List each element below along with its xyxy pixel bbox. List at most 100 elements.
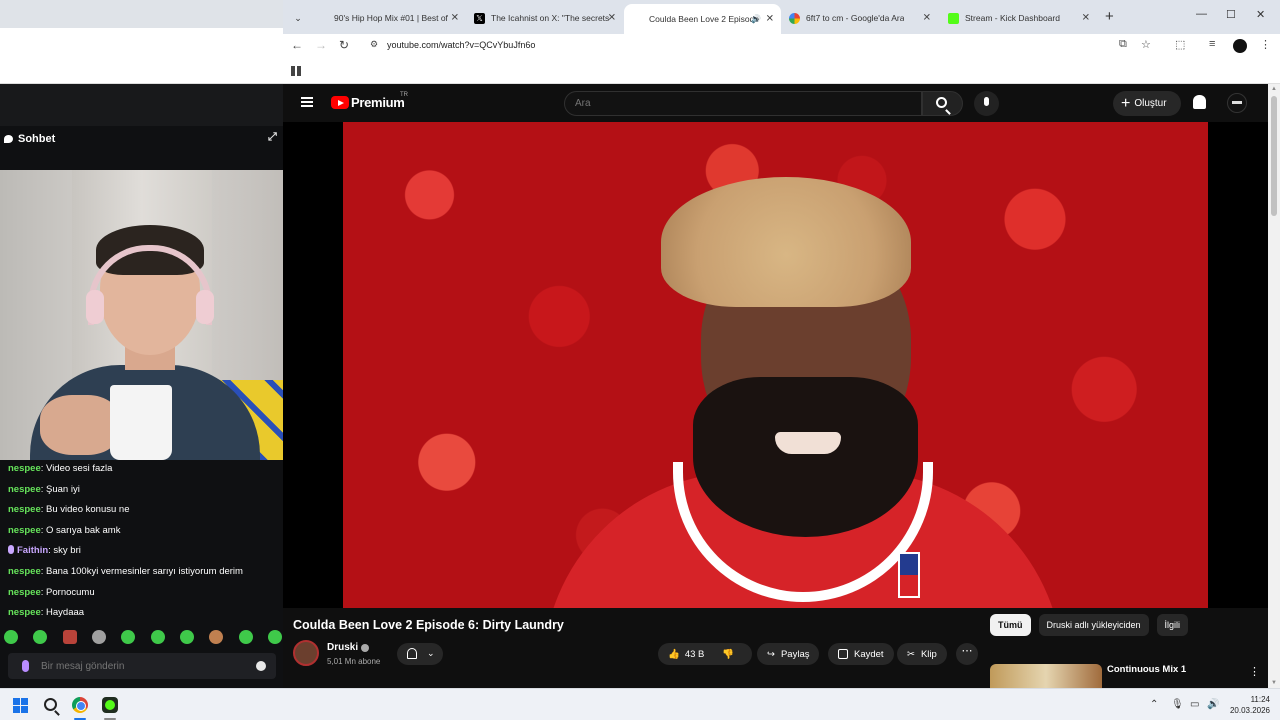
chat-text: O sarıya bak amk <box>46 525 121 536</box>
emoji-icon[interactable] <box>256 661 266 671</box>
close-icon[interactable]: ✕ <box>451 13 459 24</box>
profile-avatar[interactable] <box>1233 39 1247 53</box>
extensions-icon[interactable]: ⬚ <box>1175 38 1185 51</box>
install-app-icon[interactable]: ⧉ <box>1119 38 1127 51</box>
emote-icon[interactable] <box>267 630 282 644</box>
like-button[interactable]: 👍 43 B <box>668 649 704 660</box>
chrome-icon[interactable] <box>72 697 88 713</box>
url-field[interactable]: youtube.com/watch?v=QCvYbuJfn6o <box>387 40 535 50</box>
forward-icon[interactable]: → <box>315 38 327 52</box>
chat-text: Bu video konusu ne <box>46 504 130 515</box>
recommendation-thumbnail[interactable] <box>990 664 1102 688</box>
emote-icon[interactable] <box>238 630 253 644</box>
scroll-down-icon[interactable]: ▼ <box>1271 680 1277 686</box>
search-icon[interactable] <box>44 698 57 711</box>
search-button[interactable] <box>922 91 963 116</box>
create-button[interactable]: + Oluştur <box>1113 91 1181 116</box>
chat-username[interactable]: Faithin <box>17 545 48 556</box>
chip-related[interactable]: İlgili <box>1156 614 1189 636</box>
emote-icon[interactable] <box>33 630 48 644</box>
window-close-button[interactable]: ✕ <box>1256 8 1265 21</box>
close-icon[interactable]: ✕ <box>1082 13 1090 24</box>
dislike-button[interactable]: 👎 <box>722 649 734 660</box>
account-avatar[interactable] <box>1227 93 1247 113</box>
tab-title: Stream - Kick Dashboard <box>965 13 1060 23</box>
bookmark-star-icon[interactable]: ☆ <box>1141 38 1151 51</box>
close-icon[interactable]: ✕ <box>766 14 774 25</box>
video-details: Coulda Been Love 2 Episode 6: Dirty Laun… <box>283 608 1268 688</box>
youtube-brand[interactable]: Premium <box>351 95 405 110</box>
close-icon[interactable]: ✕ <box>608 13 616 24</box>
emote-icon[interactable] <box>179 630 194 644</box>
minimize-button[interactable]: — <box>1196 8 1207 20</box>
save-button[interactable]: Kaydet <box>828 643 894 665</box>
recommendation-title[interactable]: Continuous Mix 1 <box>1107 664 1186 675</box>
chat-username[interactable]: nespee <box>8 525 41 536</box>
chip-from-uploader[interactable]: Druski adlı yükleyiciden <box>1038 614 1149 636</box>
channel-name[interactable]: Druski <box>327 642 358 653</box>
voice-search-button[interactable] <box>974 91 999 116</box>
subscribed-button[interactable]: ⌄ <box>397 643 443 665</box>
emote-icon[interactable] <box>4 630 18 644</box>
more-actions-button[interactable]: ⋯ <box>956 643 978 665</box>
bookmark-icon <box>838 649 848 659</box>
kick-app-icon[interactable] <box>102 697 118 713</box>
more-vert-icon[interactable]: ⋮ <box>1249 665 1260 678</box>
chevron-down-icon: ⌄ <box>427 648 435 658</box>
chat-username[interactable]: nespee <box>8 504 41 515</box>
emote-icon[interactable] <box>150 630 165 644</box>
video-player[interactable] <box>283 122 1268 608</box>
tab-icahnist[interactable]: 𝕏 The Icahnist on X: "The secrets ✕ <box>466 6 623 30</box>
chat-username[interactable]: nespee <box>8 607 41 618</box>
media-control-icon[interactable]: ≡ <box>1209 38 1215 50</box>
kick-icon <box>948 12 959 24</box>
close-icon[interactable]: ✕ <box>923 13 931 24</box>
tab-coulda-been-love[interactable]: Coulda Been Love 2 Episode 🔊 ✕ <box>624 4 781 34</box>
popout-icon[interactable]: ⤢ <box>268 132 279 143</box>
menu-icon[interactable]: ⋮ <box>1260 38 1271 51</box>
youtube-logo-icon[interactable] <box>331 96 349 109</box>
site-info-icon[interactable]: ⚙ <box>370 39 380 49</box>
chat-message-input[interactable] <box>41 660 241 672</box>
chat-username[interactable]: nespee <box>8 566 41 577</box>
chevron-up-icon[interactable]: ⌃ <box>1150 699 1158 710</box>
emote-icon[interactable] <box>91 630 106 644</box>
channel-avatar[interactable] <box>293 640 319 666</box>
google-icon <box>789 12 800 24</box>
tab-search-button[interactable]: ⌄ <box>287 7 309 29</box>
tab-hiphop-mix[interactable]: 90's Hip Hop Mix #01 | Best of ✕ <box>309 6 466 30</box>
tab-kick-dashboard[interactable]: Stream - Kick Dashboard ✕ <box>940 6 1097 30</box>
volume-icon[interactable]: 🔊 <box>1207 699 1219 710</box>
back-icon[interactable]: ← <box>291 38 303 52</box>
mic-icon[interactable] <box>22 660 29 672</box>
apps-grid-icon[interactable] <box>291 66 301 76</box>
windows-start-icon[interactable] <box>13 698 28 713</box>
chip-all[interactable]: Tümü <box>990 614 1031 636</box>
scroll-up-icon[interactable]: ▲ <box>1271 86 1277 92</box>
page-scrollbar[interactable]: ▲ ▼ <box>1268 84 1280 688</box>
video-frame[interactable] <box>343 122 1208 608</box>
tab-google-search[interactable]: 6ft7 to cm - Google'da Ara ✕ <box>781 6 938 30</box>
microphone-icon[interactable]: 🎙 <box>1171 699 1184 710</box>
emote-icon[interactable] <box>62 630 77 644</box>
youtube-page: Premium TR + Oluştur <box>283 84 1280 688</box>
chat-username[interactable]: nespee <box>8 463 41 474</box>
chat-username[interactable]: nespee <box>8 484 41 495</box>
share-button[interactable]: ↪ Paylaş <box>757 643 820 665</box>
system-clock[interactable]: 11:24 20.03.2026 <box>1222 694 1270 716</box>
hamburger-menu-icon[interactable] <box>301 97 313 107</box>
search-input[interactable] <box>565 92 905 115</box>
country-code: TR <box>400 92 408 98</box>
clip-button[interactable]: ✂ Klip <box>897 643 947 665</box>
speaker-icon[interactable]: 🔊 <box>751 15 761 24</box>
scroll-thumb[interactable] <box>1271 96 1277 216</box>
notifications-bell-icon[interactable] <box>1193 95 1206 109</box>
chat-username[interactable]: nespee <box>8 587 41 598</box>
emote-icon[interactable] <box>121 630 136 644</box>
new-tab-button[interactable]: + <box>1105 8 1114 25</box>
maximize-button[interactable]: ☐ <box>1226 8 1236 21</box>
emote-icon[interactable] <box>209 630 224 644</box>
display-icon[interactable]: ▭ <box>1190 699 1199 710</box>
reload-icon[interactable]: ↻ <box>339 38 349 52</box>
chat-message: nespee: Video sesi fazla <box>8 463 113 474</box>
